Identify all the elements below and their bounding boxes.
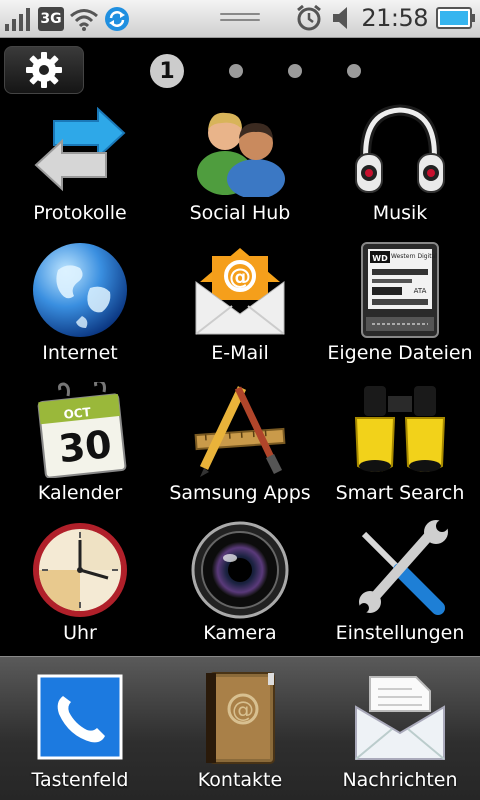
camera-lens-icon [191,521,289,619]
page-indicator[interactable]: 1 [150,54,361,88]
app-samsung-apps[interactable]: Samsung Apps [160,380,320,520]
app-label: Einstellungen [335,622,465,644]
app-label: Samsung Apps [169,482,311,504]
people-icon [197,112,285,197]
signal-icon [5,8,30,31]
calendar-day-label: 30 [57,422,114,471]
app-uhr[interactable]: Uhr [0,520,160,660]
globe-icon [33,243,127,337]
battery-icon [436,7,475,29]
svg-text:@: @ [232,698,254,723]
hard-drive-icon: WD Western Digital ATA [361,242,439,338]
app-eigene-dateien[interactable]: WD Western Digital ATA Eigene Dateien [320,240,480,380]
app-label: Smart Search [335,482,465,504]
app-label: Social Hub [189,202,291,224]
page-indicator-dot[interactable] [347,64,361,78]
home-edit-button[interactable] [4,46,84,94]
app-label: E-Mail [211,342,269,364]
drive-brand-label: Western Digital [391,253,437,260]
app-internet[interactable]: Internet [0,240,160,380]
page-indicator-dot[interactable] [229,64,243,78]
gear-icon [26,52,62,88]
app-e-mail[interactable]: @ E-Mail [160,240,320,380]
message-icon [355,676,445,760]
app-label: Nachrichten [342,769,458,791]
notification-handle[interactable] [220,13,260,23]
app-label: Kalender [37,482,123,504]
app-musik[interactable]: Musik [320,100,480,240]
app-label: Kamera [203,622,277,644]
app-label: Uhr [63,622,97,644]
app-label: Musik [372,202,428,224]
dock-item-tastenfeld[interactable]: Tastenfeld [0,657,160,800]
wifi-icon [70,9,98,31]
svg-text:@: @ [229,265,251,290]
arrows-icon [34,107,126,192]
app-store-icon [194,386,286,477]
app-label: Protokolle [33,202,127,224]
svg-text:WD: WD [372,254,388,263]
sync-icon [105,7,129,31]
network-type-badge: 3G [38,7,64,31]
binoculars-icon [354,386,446,472]
app-smart-search[interactable]: Smart Search [320,380,480,520]
page-indicator-current[interactable]: 1 [150,54,184,88]
clock-time: 21:58 [361,4,428,32]
calendar-month-label: OCT [63,405,92,422]
app-label: Eigene Dateien [327,342,473,364]
app-label: Kontakte [197,769,283,791]
address-book-icon: @ [206,672,275,764]
app-social-hub[interactable]: Social Hub [160,100,320,240]
app-grid: Protokolle Social Hub Musik Internet @ E… [0,100,480,656]
phone-icon [37,674,123,760]
app-label: Tastenfeld [31,769,129,791]
status-bar[interactable]: 3G 21:58 [0,0,480,38]
dock: Tastenfeld @ Kontakte Nachrichten [0,656,480,800]
clock-icon [33,523,127,617]
dock-item-nachrichten[interactable]: Nachrichten [320,657,480,800]
app-protokolle[interactable]: Protokolle [0,100,160,240]
calendar-icon: OCT 30 [37,382,127,478]
alarm-icon [297,4,322,31]
app-kalender[interactable]: OCT 30 Kalender [0,380,160,520]
drive-model-label: ATA [414,287,427,295]
app-label: Internet [42,342,118,364]
envelope-icon: @ [195,248,285,335]
app-einstellungen[interactable]: Einstellungen [320,520,480,660]
page-indicator-dot[interactable] [288,64,302,78]
app-kamera[interactable]: Kamera [160,520,320,660]
dock-item-kontakte[interactable]: @ Kontakte [160,657,320,800]
headphones-icon [355,104,445,193]
volume-icon [333,7,348,29]
tools-icon [359,520,448,615]
